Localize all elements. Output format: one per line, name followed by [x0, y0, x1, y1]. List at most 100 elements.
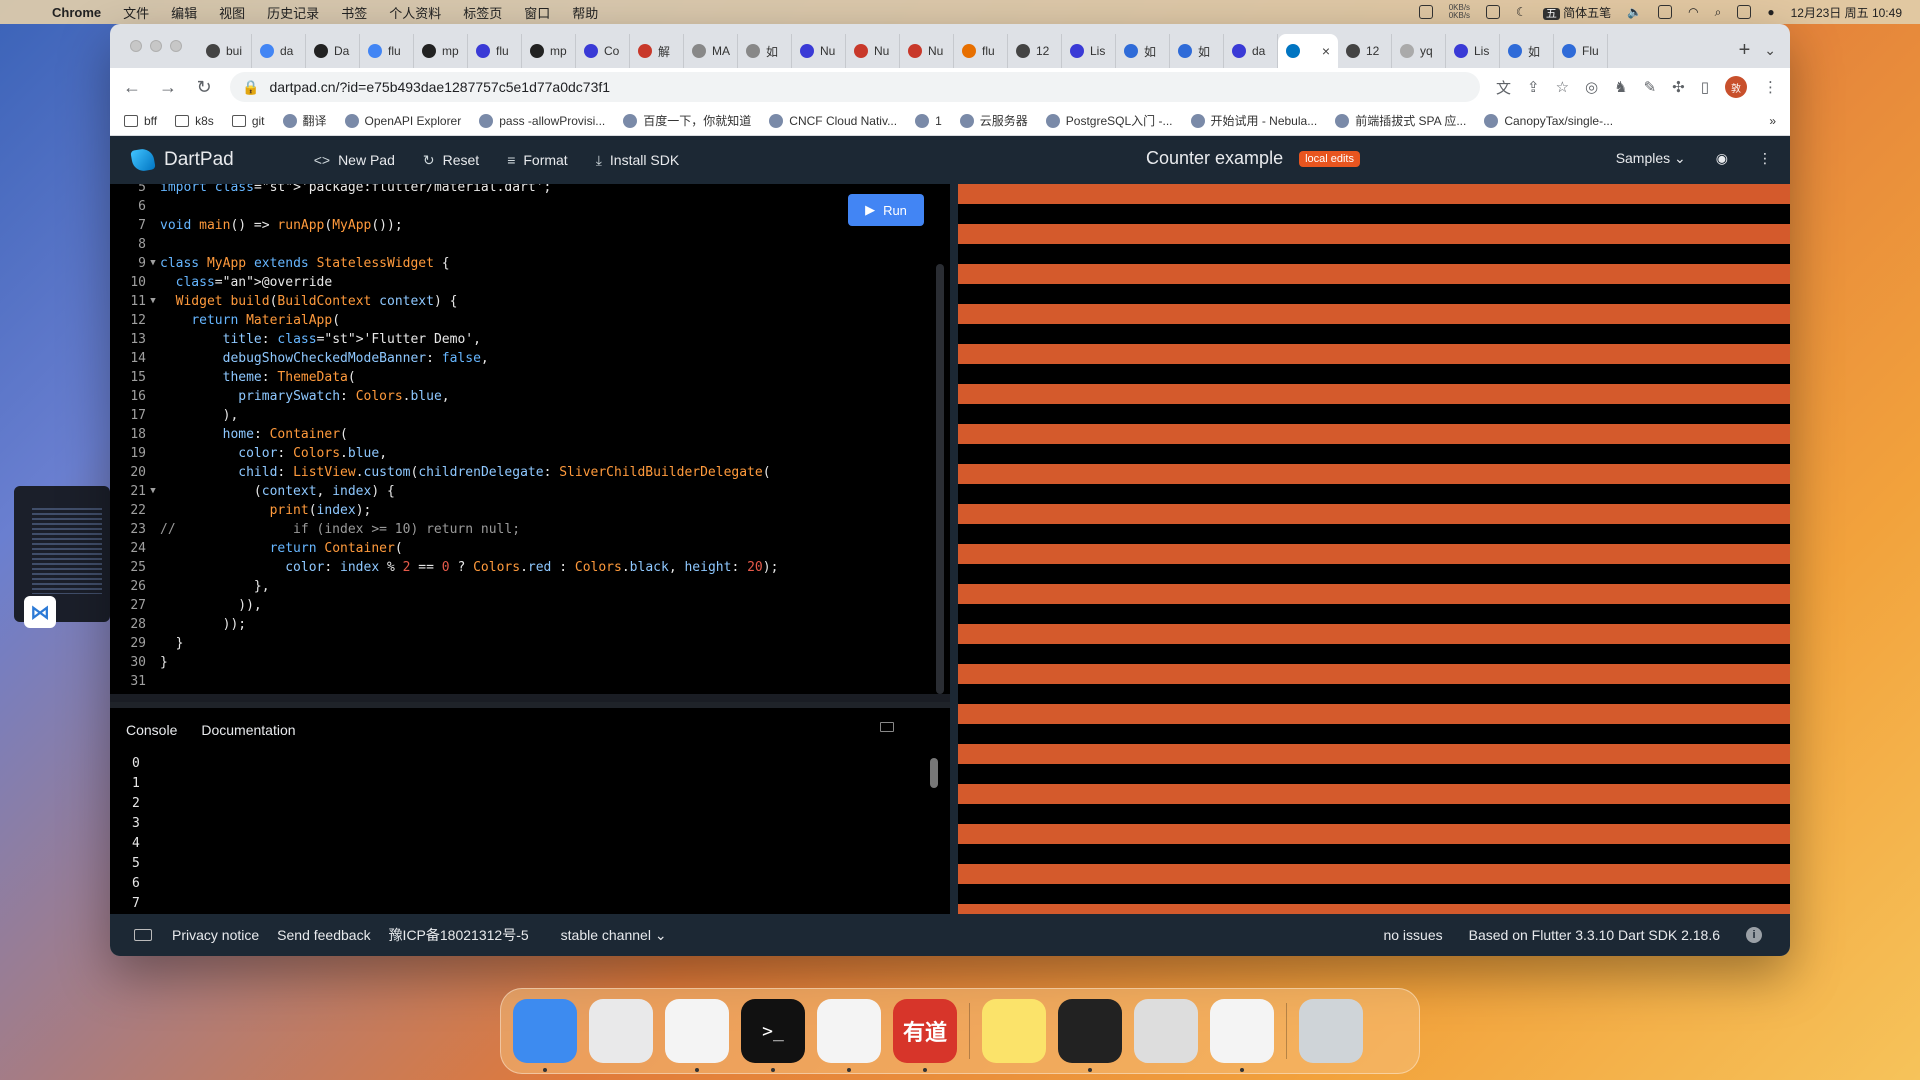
- code-line[interactable]: 20 child: ListView.custom(childrenDelega…: [120, 463, 778, 482]
- menu-profiles[interactable]: 个人资料: [389, 3, 441, 22]
- icp-link[interactable]: 豫ICP备18021312号-5: [389, 925, 529, 945]
- browser-tab[interactable]: 如: [1170, 34, 1224, 68]
- close-tab-icon[interactable]: ×: [1322, 43, 1330, 59]
- code-line[interactable]: 25 color: index % 2 == 0 ? Colors.red : …: [120, 558, 778, 577]
- browser-tab[interactable]: flu: [360, 34, 414, 68]
- browser-tab[interactable]: Lis: [1062, 34, 1116, 68]
- code-line[interactable]: 18 home: Container(: [120, 425, 778, 444]
- menubar-clock[interactable]: 12月23日 周五 10:49: [1791, 4, 1902, 21]
- clear-console-icon[interactable]: [880, 722, 894, 732]
- menu-edit[interactable]: 编辑: [171, 3, 197, 22]
- info-icon[interactable]: i: [1746, 927, 1762, 943]
- browser-tab[interactable]: Nu: [900, 34, 954, 68]
- more-bookmarks-icon[interactable]: »: [1769, 114, 1776, 128]
- minimize-window-button[interactable]: [150, 40, 162, 52]
- tab-active[interactable]: ×: [1278, 34, 1338, 68]
- bookmark-item[interactable]: 翻译: [282, 112, 327, 129]
- close-window-button[interactable]: [130, 40, 142, 52]
- youdao-icon[interactable]: 有道: [893, 999, 957, 1072]
- fold-toggle-icon[interactable]: ▼: [146, 254, 160, 273]
- maximize-window-button[interactable]: [170, 40, 182, 52]
- bookmark-item[interactable]: OpenAPI Explorer: [344, 113, 461, 128]
- browser-tab[interactable]: Da: [306, 34, 360, 68]
- bookmark-item[interactable]: 云服务器: [959, 112, 1028, 129]
- channel-select[interactable]: stable channel ⌄: [561, 927, 667, 944]
- menu-help[interactable]: 帮助: [572, 3, 598, 22]
- control-center-icon[interactable]: [1737, 5, 1752, 19]
- menu-bookmarks[interactable]: 书签: [341, 3, 367, 22]
- menu-chrome[interactable]: Chrome: [52, 5, 101, 20]
- app-preview[interactable]: [958, 184, 1790, 914]
- browser-tab[interactable]: flu: [954, 34, 1008, 68]
- code-line[interactable]: 26 },: [120, 577, 778, 596]
- new-pad-button[interactable]: <> New Pad: [314, 152, 395, 169]
- browser-tab[interactable]: mp: [414, 34, 468, 68]
- browser-tab[interactable]: mp: [522, 34, 576, 68]
- bookmark-item[interactable]: CNCF Cloud Nativ...: [769, 113, 897, 128]
- code-line[interactable]: 10 class="an">@override: [120, 273, 778, 292]
- bookmark-star-icon[interactable]: ☆: [1556, 78, 1569, 96]
- bookmark-item[interactable]: 1: [915, 113, 942, 128]
- privacy-link[interactable]: Privacy notice: [172, 927, 259, 943]
- extensions-puzzle-icon[interactable]: ✣: [1672, 78, 1685, 96]
- moon-icon[interactable]: ☾: [1516, 5, 1527, 19]
- bookmark-item[interactable]: 开始试用 - Nebula...: [1190, 112, 1317, 129]
- browser-tab[interactable]: 12: [1338, 34, 1392, 68]
- tab-documentation[interactable]: Documentation: [201, 722, 295, 738]
- feedback-link[interactable]: Send feedback: [277, 927, 370, 943]
- browser-tab[interactable]: 如: [1116, 34, 1170, 68]
- browser-tab[interactable]: Lis: [1446, 34, 1500, 68]
- extension-pen-icon[interactable]: ✎: [1644, 78, 1657, 96]
- browser-tab[interactable]: da: [252, 34, 306, 68]
- code-line[interactable]: 29 }: [120, 634, 778, 653]
- chat-status-icon[interactable]: [1486, 5, 1501, 19]
- github-icon[interactable]: ◉: [1716, 150, 1728, 167]
- fold-toggle-icon[interactable]: ▼: [146, 292, 160, 311]
- code-line[interactable]: 21 ▼ (context, index) {: [120, 482, 778, 501]
- bookmark-item[interactable]: 前端插拔式 SPA 应...: [1335, 112, 1466, 129]
- code-line[interactable]: 23 // if (index >= 10) return null;: [120, 520, 778, 539]
- background-window-thumbnail[interactable]: ⋈: [14, 486, 110, 628]
- keyboard-icon[interactable]: [134, 929, 152, 941]
- tab-search-chevron-icon[interactable]: ⌄: [1764, 42, 1776, 59]
- browser-tab[interactable]: da: [1224, 34, 1278, 68]
- menu-window[interactable]: 窗口: [524, 3, 550, 22]
- more-menu-icon[interactable]: ⋮: [1758, 150, 1772, 167]
- code-line[interactable]: 17 ),: [120, 406, 778, 425]
- code-line[interactable]: 27 )),: [120, 596, 778, 615]
- bookmark-item[interactable]: PostgreSQL入门 -...: [1045, 112, 1173, 129]
- back-button[interactable]: ←: [122, 77, 142, 98]
- code-editor[interactable]: 5 import class="st">'package:flutter/mate…: [110, 184, 950, 694]
- code-line[interactable]: 22 print(index);: [120, 501, 778, 520]
- extension-person-icon[interactable]: ♞: [1614, 78, 1627, 96]
- code-line[interactable]: 16 primarySwatch: Colors.blue,: [120, 387, 778, 406]
- apple-menu-icon[interactable]: [20, 4, 38, 20]
- reset-button[interactable]: ↻ Reset: [423, 152, 479, 169]
- new-tab-button[interactable]: +: [1739, 39, 1751, 62]
- browser-tab[interactable]: Nu: [792, 34, 846, 68]
- browser-tab[interactable]: bui: [198, 34, 252, 68]
- menu-tabs[interactable]: 标签页: [463, 3, 502, 22]
- install-sdk-button[interactable]: ⤓ Install SDK: [596, 152, 679, 169]
- menu-file[interactable]: 文件: [123, 3, 149, 22]
- menu-history[interactable]: 历史记录: [267, 3, 319, 22]
- format-button[interactable]: ≡ Format: [507, 152, 568, 169]
- browser-tab[interactable]: 如: [1500, 34, 1554, 68]
- fold-toggle-icon[interactable]: ▼: [146, 482, 160, 501]
- clock-status-icon[interactable]: [1658, 5, 1673, 19]
- dartpad-logo[interactable]: DartPad: [130, 147, 234, 173]
- code-line[interactable]: 14 debugShowCheckedModeBanner: false,: [120, 349, 778, 368]
- flutter-icon[interactable]: [1210, 999, 1274, 1072]
- finder-icon[interactable]: [513, 999, 577, 1072]
- siri-icon[interactable]: ●: [1767, 5, 1774, 19]
- translate-icon[interactable]: 文: [1496, 77, 1511, 98]
- address-bar[interactable]: 🔒 dartpad.cn/?id=e75b493dae1287757c5e1d7…: [230, 72, 1480, 102]
- run-button[interactable]: ▶ Run: [848, 194, 924, 226]
- input-method[interactable]: 五 简体五笔: [1542, 4, 1611, 21]
- code-line[interactable]: 12 return MaterialApp(: [120, 311, 778, 330]
- browser-tab[interactable]: flu: [468, 34, 522, 68]
- cat-status-icon[interactable]: [1418, 5, 1433, 19]
- bookmark-item[interactable]: bff: [124, 114, 157, 128]
- side-panel-icon[interactable]: ▯: [1701, 78, 1709, 96]
- editor-scrollbar[interactable]: [936, 264, 944, 694]
